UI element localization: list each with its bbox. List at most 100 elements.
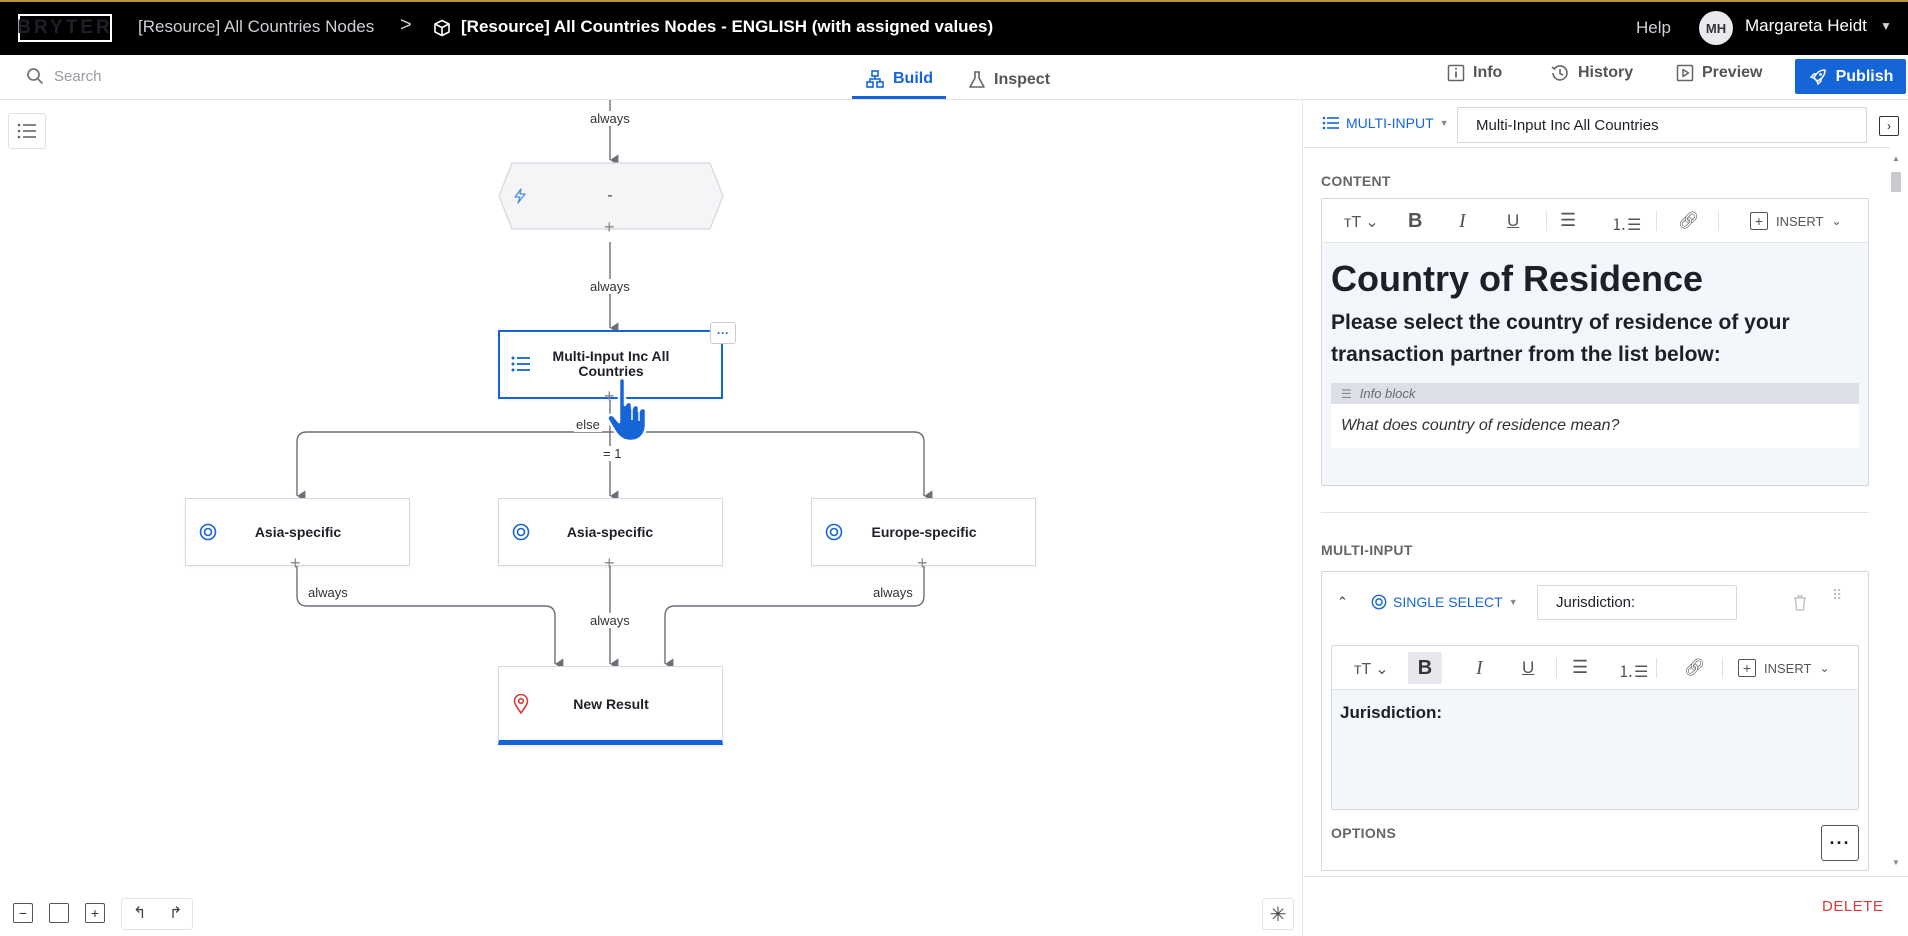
panel-scrollbar[interactable]: ▲ ▼ [1889, 152, 1903, 872]
edge-label-always: always [871, 585, 915, 600]
tree-structure-icon [866, 70, 884, 88]
info-block-header[interactable]: ☰ Info block [1331, 383, 1859, 404]
toolbar-divider [1656, 658, 1657, 678]
text-size-icon[interactable]: ᴛT ⌄ [1344, 212, 1379, 232]
insert-plus-icon: + [1738, 659, 1756, 677]
panel-footer-divider [1302, 876, 1908, 877]
bold-icon[interactable]: B [1408, 652, 1442, 684]
text-size-icon[interactable]: ᴛT ⌄ [1354, 659, 1389, 679]
bryter-logo[interactable]: BRYTER [17, 14, 112, 42]
add-node-icon[interactable]: + [290, 554, 301, 572]
tab-build[interactable]: Build [852, 62, 946, 99]
tab-preview-label: Preview [1702, 64, 1763, 81]
add-node-icon[interactable]: + [604, 218, 615, 236]
bullet-list-icon[interactable]: ☰ [1560, 210, 1576, 231]
node-type-selector[interactable]: MULTI-INPUT ▼ [1322, 115, 1449, 131]
node-name-input[interactable] [1457, 107, 1867, 143]
edge-label-always: always [588, 613, 632, 628]
user-name[interactable]: Margareta Heidt [1745, 16, 1867, 36]
scrollbar-thumb[interactable] [1891, 172, 1901, 192]
tab-info-label: Info [1473, 64, 1503, 81]
caret-down-icon[interactable]: ▼ [1880, 19, 1892, 33]
info-icon [1447, 64, 1465, 82]
toolbar-divider [1718, 211, 1719, 231]
publish-label: Publish [1835, 67, 1894, 85]
node-label: Asia-specific [254, 524, 342, 540]
location-pin-icon [513, 694, 529, 714]
undo-icon[interactable]: ↰ [133, 903, 146, 923]
trash-icon[interactable] [1792, 594, 1808, 612]
underline-icon[interactable]: U [1507, 211, 1519, 231]
scroll-up-icon[interactable]: ▲ [1892, 154, 1900, 163]
bullet-list-icon[interactable]: ☰ [1572, 657, 1588, 678]
breadcrumb-separator-icon: > [400, 14, 412, 36]
input-name-field[interactable] [1537, 585, 1737, 620]
publish-button[interactable]: Publish [1795, 59, 1906, 94]
rocket-icon [1809, 68, 1826, 85]
tab-history[interactable]: History [1550, 64, 1633, 82]
italic-icon[interactable]: I [1459, 210, 1466, 233]
caret-down-icon: ▼ [1439, 118, 1449, 128]
multi-input-section-title: MULTI-INPUT [1321, 542, 1413, 558]
search-input[interactable] [52, 64, 252, 88]
chevron-up-icon[interactable]: ⌃ [1337, 594, 1348, 610]
options-section-title: OPTIONS [1331, 825, 1397, 841]
toolbar-divider [1546, 211, 1547, 231]
breadcrumb-parent[interactable]: [Resource] All Countries Nodes [138, 17, 374, 37]
zoom-out-button[interactable]: − [13, 903, 33, 923]
multi-input-icon [1322, 116, 1339, 130]
info-block-icon: ☰ [1341, 386, 1352, 401]
redo-icon[interactable]: ↱ [169, 903, 182, 923]
edge-label-equals-1: = 1 [601, 446, 624, 461]
collapse-panel-icon[interactable]: › [1879, 116, 1899, 136]
input-label-editor[interactable]: ᴛT ⌄ B I U ☰ ⒈☰ 🔗︎ + INSERT ⌄ [1331, 645, 1859, 810]
tab-preview[interactable]: Preview [1676, 64, 1762, 82]
multi-input-icon [511, 356, 530, 372]
avatar[interactable]: MH [1699, 11, 1733, 45]
node-menu-button[interactable]: ··· [710, 322, 736, 344]
numbered-list-icon[interactable]: ⒈☰ [1611, 211, 1641, 235]
underline-icon[interactable]: U [1522, 658, 1534, 678]
content-section-title: CONTENT [1321, 173, 1391, 189]
delete-button[interactable]: DELETE [1822, 898, 1883, 915]
add-node-icon[interactable]: + [917, 554, 928, 572]
scroll-down-icon[interactable]: ▼ [1892, 858, 1900, 867]
tab-build-label: Build [893, 70, 933, 87]
rich-text-toolbar: ᴛT ⌄ B I U ☰ ⒈☰ 🔗︎ + INSERT ⌄ [1332, 646, 1858, 690]
insert-button[interactable]: + INSERT ⌄ [1738, 659, 1830, 677]
link-icon[interactable]: 🔗︎ [1684, 658, 1706, 678]
tab-inspect[interactable]: Inspect [962, 62, 1056, 98]
edge-label-always: always [588, 111, 632, 126]
drag-handle-icon[interactable]: ⠿ [1832, 588, 1842, 602]
hand-cursor-icon [606, 376, 648, 443]
single-select-icon [825, 523, 843, 541]
edge-label-always: always [588, 279, 632, 294]
insert-button[interactable]: + INSERT ⌄ [1750, 212, 1842, 230]
add-node-icon[interactable]: + [604, 554, 615, 572]
tab-inspect-label: Inspect [994, 71, 1051, 88]
numbered-list-icon[interactable]: ⒈☰ [1618, 658, 1648, 682]
bold-icon[interactable]: B [1408, 210, 1422, 233]
italic-icon[interactable]: I [1476, 657, 1483, 680]
single-select-icon [199, 523, 217, 541]
help-link[interactable]: Help [1636, 18, 1671, 38]
tab-history-label: History [1578, 64, 1634, 81]
zoom-in-button[interactable]: + [85, 903, 105, 923]
node-label: Asia-specific [566, 524, 654, 540]
chevron-down-icon: ⌄ [1831, 214, 1842, 228]
fit-view-button[interactable] [49, 903, 69, 923]
tab-info[interactable]: Info [1447, 64, 1502, 82]
result-node-label: New Result [573, 696, 649, 712]
toolbar-divider [1722, 658, 1723, 678]
single-select-icon [1371, 594, 1387, 610]
toolbar-divider [1656, 211, 1657, 231]
link-icon[interactable]: 🔗︎ [1678, 211, 1700, 231]
input-type-selector[interactable]: SINGLE SELECT ▼ [1371, 594, 1518, 610]
auto-layout-icon[interactable]: ✳ [1262, 898, 1294, 930]
caret-down-icon: ▼ [1508, 597, 1518, 607]
history-icon [1551, 65, 1568, 81]
options-menu-button[interactable]: ··· [1821, 825, 1859, 861]
node-type-label: MULTI-INPUT [1346, 115, 1434, 131]
module-cube-icon [434, 19, 450, 37]
info-block-text[interactable]: What does country of residence mean? [1331, 404, 1859, 448]
